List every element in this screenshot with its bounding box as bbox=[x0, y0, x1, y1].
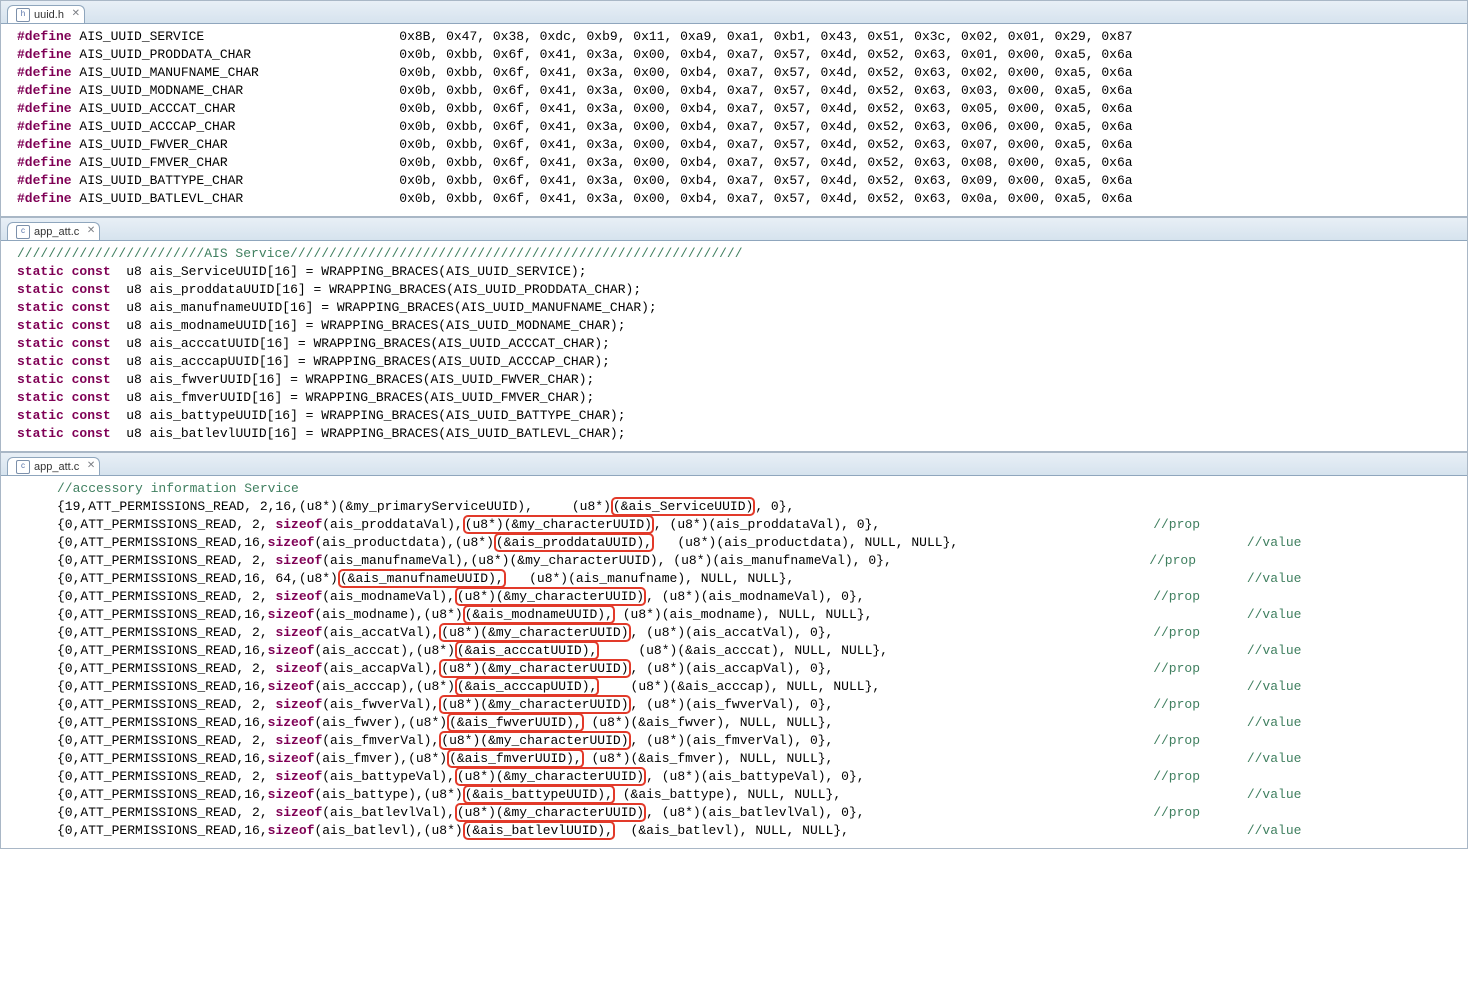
tab-label: app_att.c bbox=[34, 226, 79, 238]
tab-label: app_att.c bbox=[34, 461, 79, 473]
tabbar-3: c app_att.c ✕ bbox=[1, 453, 1467, 476]
code-area-1[interactable]: #define AIS_UUID_SERVICE 0x8B, 0x47, 0x3… bbox=[1, 24, 1467, 216]
tab-uuid-h[interactable]: h uuid.h ✕ bbox=[7, 5, 85, 23]
header-file-icon: h bbox=[16, 8, 30, 22]
tabbar-2: c app_att.c ✕ bbox=[1, 218, 1467, 241]
pane-app-att-1: c app_att.c ✕ ////////////////////////AI… bbox=[0, 217, 1468, 452]
code-area-2[interactable]: ////////////////////////AIS Service/////… bbox=[1, 241, 1467, 451]
tab-label: uuid.h bbox=[34, 9, 64, 21]
code-area-3[interactable]: //accessory information Service {19,ATT_… bbox=[1, 476, 1467, 848]
pane-uuid-h: h uuid.h ✕ #define AIS_UUID_SERVICE 0x8B… bbox=[0, 0, 1468, 217]
c-file-icon: c bbox=[16, 225, 30, 239]
close-icon[interactable]: ✕ bbox=[72, 8, 80, 19]
tab-app-att-1[interactable]: c app_att.c ✕ bbox=[7, 222, 100, 240]
close-icon[interactable]: ✕ bbox=[87, 460, 95, 471]
tab-app-att-2[interactable]: c app_att.c ✕ bbox=[7, 457, 100, 475]
pane-app-att-2: c app_att.c ✕ //accessory information Se… bbox=[0, 452, 1468, 849]
tabbar-1: h uuid.h ✕ bbox=[1, 1, 1467, 24]
close-icon[interactable]: ✕ bbox=[87, 225, 95, 236]
c-file-icon: c bbox=[16, 460, 30, 474]
